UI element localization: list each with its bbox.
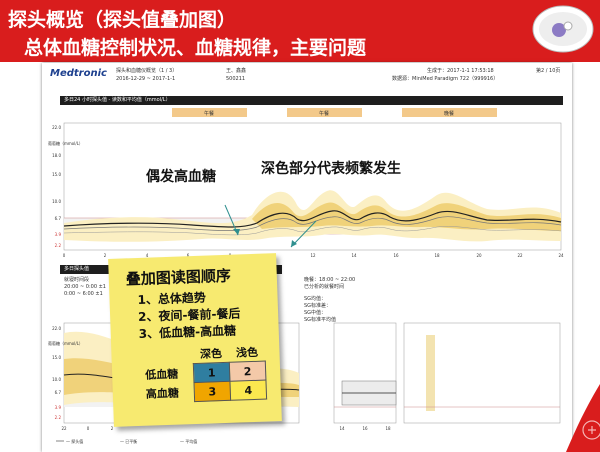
bottom-y-tick: 10.0 — [52, 377, 61, 382]
x-tick: 22 — [517, 253, 523, 258]
meal-band-label-2: 午餐 — [319, 110, 329, 117]
note-item-3: 3、低血糖-高血糖 — [138, 323, 237, 341]
x-tick: 14 — [351, 253, 357, 258]
section-bar-daily: 多日24 小时探头值 - 读数和平均值（mmol/L） — [60, 96, 563, 105]
y-tick: 15.0 — [52, 172, 61, 177]
device-source: 数据源：MiniMed Paradigm 722（999916） — [392, 76, 499, 82]
bottom-y-tick: 15.0 — [52, 355, 61, 360]
cell-high-light: 4 — [229, 380, 267, 401]
x-tick: 18 — [434, 253, 440, 258]
annotation-occasional-high: 偶发高血糖 — [146, 169, 216, 185]
page-number: 第2 / 10页 — [536, 68, 561, 74]
y-tick: 2.2 — [55, 243, 62, 248]
meal-side-band — [426, 335, 435, 411]
bottom-x-tick: 0 — [87, 426, 90, 431]
bottom-x-tick: 22 — [61, 426, 67, 431]
slide-subtitle: 总体血糖控制状况、血糖规律，主要问题 — [24, 37, 367, 59]
logo-badge-icon — [532, 5, 594, 53]
patient-id: 500211 — [226, 76, 246, 82]
slide-header: 探头概览（探头值叠加图） 总体血糖控制状况、血糖规律，主要问题 — [0, 0, 600, 62]
bottom-y-tick: 2.2 — [55, 415, 62, 420]
note-title: 叠加图读图顺序 — [125, 266, 232, 289]
slide-title: 探头概览（探头值叠加图） — [8, 9, 237, 31]
x-tick: 12 — [310, 253, 316, 258]
bottom-x-tick: 14 — [339, 426, 345, 431]
patient-name: 王、鑫鑫 — [226, 68, 247, 74]
cell-low-light: 2 — [229, 361, 266, 382]
cell-high-dark: 3 — [193, 381, 231, 402]
bottom-x-tick: 18 — [385, 426, 391, 431]
bottom-y-axis-label: 葡萄糖（mmol/L） — [48, 340, 83, 346]
col-light-label: 浅色 — [235, 345, 259, 360]
y-tick: 6.7 — [55, 216, 62, 221]
color-legend-table: 深色 浅色 低血糖 1 2 高血糖 3 4 — [144, 343, 267, 404]
bottom-y-tick: 22.0 — [52, 326, 61, 331]
meal-band-label-3: 晚餐 — [444, 110, 454, 117]
sticky-note: 叠加图读图顺序 1、总体趋势 2、夜间-餐前-餐后 3、低血糖-高血糖 深色 浅… — [108, 253, 282, 427]
x-tick: 16 — [393, 253, 399, 258]
legend-average: 一 平均值 — [180, 438, 197, 444]
meal-plot-area — [333, 322, 397, 424]
meal-band-label-1: 午餐 — [204, 110, 214, 117]
y-tick: 10.0 — [52, 199, 61, 204]
col-dark-label: 深色 — [199, 347, 223, 361]
x-tick: 20 — [476, 253, 482, 258]
slide: 探头概览（探头值叠加图） 总体血糖控制状况、血糖规律，主要问题 Medtroni… — [0, 0, 600, 452]
report-name: 探头和血糖仪概览（1 / 3） — [116, 68, 178, 74]
y-tick: 18.0 — [52, 153, 61, 158]
report-date-range: 2016-12-29 ~ 2017-1-1 — [116, 76, 176, 82]
row-low-label: 低血糖 — [144, 367, 179, 382]
annotation-dark-frequent: 深色部分代表频繁发生 — [261, 161, 401, 177]
y-axis-label: 葡萄糖（mmol/L） — [48, 140, 83, 146]
y-tick: 3.9 — [55, 232, 62, 237]
daily-overlay-chart: 午餐 午餐 晚餐 葡萄糖（mmol/L） 22.0 18.0 15.0 10.0… — [48, 108, 564, 258]
bottom-y-tick: 3.9 — [55, 405, 62, 410]
x-tick: 0 — [63, 253, 66, 258]
x-tick: 2 — [104, 253, 107, 258]
x-tick: 24 — [558, 253, 564, 258]
bottom-y-tick: 6.7 — [55, 390, 62, 395]
bottom-x-tick: 16 — [362, 426, 368, 431]
corner-seal-icon — [566, 384, 600, 452]
medtronic-logo: Medtronic — [50, 68, 107, 79]
legend-sensor: 一 探头值 — [66, 438, 83, 444]
row-high-label: 高血糖 — [145, 386, 180, 401]
legend-balanced: 一 已平衡 — [120, 438, 137, 444]
y-tick: 22.0 — [52, 125, 61, 130]
cell-low-dark: 1 — [193, 362, 230, 383]
generated-time: 生成于：2017-1-1 17:53:18 — [427, 68, 494, 74]
